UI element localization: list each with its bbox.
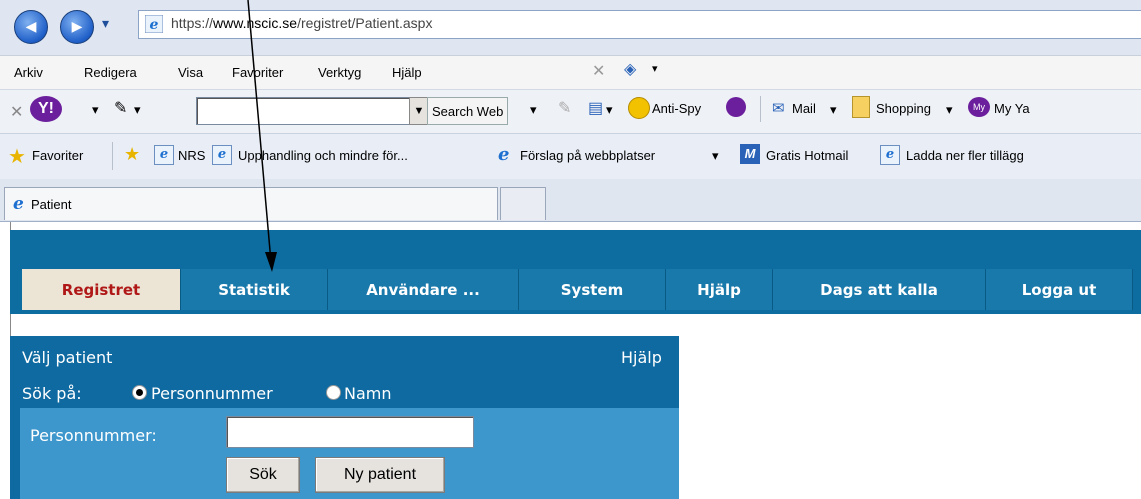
annotation-arrow <box>247 0 277 272</box>
